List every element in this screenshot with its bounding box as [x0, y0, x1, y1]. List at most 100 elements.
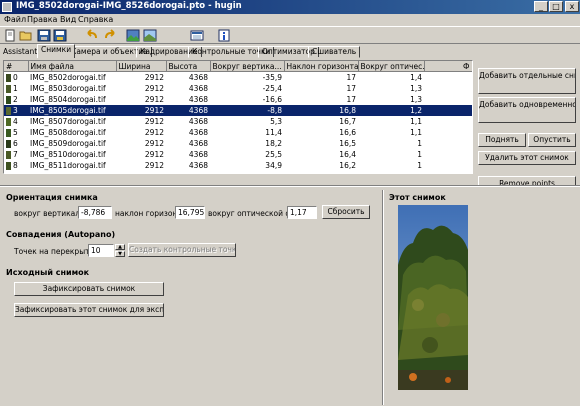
- row-pitch: 17: [346, 84, 356, 93]
- save-icon[interactable]: [37, 29, 51, 42]
- image-preview: [398, 205, 468, 390]
- new-file-icon[interactable]: [3, 29, 17, 42]
- menu-help[interactable]: Справка: [78, 15, 113, 24]
- row-pitch: 17: [346, 73, 356, 82]
- row-index: 7: [4, 149, 28, 160]
- open-folder-icon[interactable]: [19, 29, 33, 42]
- table-row[interactable]: 3 IMG_8505dorogai.tif 2912 4368 -8,8 16,8 1,2: [4, 105, 472, 116]
- add-time-correlated-images-button[interactable]: Добавить одновременно сделанные снимки..…: [478, 97, 576, 123]
- row-pitch: 16,8: [284, 105, 358, 116]
- row-height: 4368: [188, 139, 208, 148]
- undo-icon[interactable]: [85, 29, 99, 42]
- vertical-divider: [382, 190, 384, 405]
- row-width: 2912: [144, 139, 164, 148]
- reset-button[interactable]: Сбросить: [322, 205, 370, 219]
- thumbnail-icon: [6, 74, 11, 82]
- menu-edit[interactable]: Правка: [27, 15, 57, 24]
- row-extra: [424, 105, 472, 116]
- column-header-index[interactable]: #: [4, 61, 29, 72]
- table-row[interactable]: 0 IMG_8502dorogai.tif 2912 4368 -35,9 17 1,4: [4, 72, 472, 84]
- row-height: 4368: [188, 73, 208, 82]
- row-roll: 1,3: [410, 95, 422, 104]
- row-extra: [424, 149, 472, 160]
- row-roll: 1: [417, 139, 422, 148]
- row-filename: IMG_8509dorogai.tif: [30, 139, 106, 148]
- row-pitch: 16,5: [339, 139, 356, 148]
- row-index-text: 5: [13, 128, 18, 137]
- redo-icon[interactable]: [103, 29, 117, 42]
- points-per-overlap-input[interactable]: 10: [88, 244, 114, 257]
- row-pitch: 16,7: [339, 117, 356, 126]
- remove-image-button[interactable]: Удалить этот снимок: [478, 151, 576, 165]
- move-image-up-button[interactable]: Поднять: [478, 133, 526, 147]
- fast-preview-icon[interactable]: [190, 29, 204, 42]
- row-index-text: 6: [13, 139, 18, 148]
- table-row[interactable]: 5 IMG_8508dorogai.tif 2912 4368 11,4 16,6 1,1: [4, 127, 472, 138]
- panel-separator: [0, 185, 580, 187]
- table-row[interactable]: 2 IMG_8504dorogai.tif 2912 4368 -16,6 17 1,3: [4, 94, 472, 105]
- yaw-label: вокруг вертикали:: [14, 209, 88, 218]
- row-index: 2: [4, 94, 28, 105]
- tab-images[interactable]: Снимки: [37, 44, 76, 58]
- row-yaw: 5,3: [270, 117, 282, 126]
- info-icon[interactable]: [217, 29, 231, 42]
- move-image-down-button[interactable]: Опустить: [528, 133, 576, 147]
- row-width: 2912: [144, 161, 164, 170]
- table-row[interactable]: 4 IMG_8507dorogai.tif 2912 4368 5,3 16,7 1,1: [4, 116, 472, 127]
- roll-input[interactable]: 1,17: [287, 206, 317, 219]
- create-control-points-button[interactable]: Создать контрольные точки: [128, 243, 236, 257]
- spin-up-arrow-icon[interactable]: ▲: [115, 244, 125, 250]
- anchor-heading: Исходный снимок: [6, 268, 90, 277]
- table-row[interactable]: 6 IMG_8509dorogai.tif 2912 4368 18,2 16,5 1: [4, 138, 472, 149]
- menu-file[interactable]: Файл: [4, 15, 26, 24]
- anchor-exposure-button[interactable]: Зафиксировать этот снимок для экспозиции: [14, 303, 164, 317]
- add-individual-images-button[interactable]: Добавить отдельные снимки...: [478, 68, 576, 94]
- maximize-button[interactable]: □: [549, 1, 563, 12]
- thumbnail-icon: [6, 151, 11, 159]
- anchor-position-button[interactable]: Зафиксировать снимок: [14, 282, 164, 296]
- table-row[interactable]: 1 IMG_8503dorogai.tif 2912 4368 -25,4 17 1,3: [4, 83, 472, 94]
- row-height: 4368: [188, 161, 208, 170]
- row-filename: IMG_8508dorogai.tif: [30, 128, 106, 137]
- row-filename: IMG_8502dorogai.tif: [30, 73, 106, 82]
- points-spin-control[interactable]: ▲ ▼: [115, 244, 125, 257]
- yaw-input[interactable]: -8,786: [78, 206, 112, 219]
- row-index-text: 4: [13, 117, 18, 126]
- preview-icon[interactable]: [143, 29, 157, 42]
- tab-stitcher[interactable]: Сшиватель: [308, 46, 361, 58]
- row-index: 3: [4, 105, 28, 116]
- row-pitch: 17: [346, 95, 356, 104]
- add-images-icon[interactable]: [126, 29, 140, 42]
- row-extra: [424, 83, 472, 94]
- row-height: 4368: [188, 117, 208, 126]
- column-header-height[interactable]: Высота: [166, 61, 211, 72]
- spin-down-arrow-icon[interactable]: ▼: [115, 251, 125, 257]
- row-height: 4368: [166, 105, 210, 116]
- save-as-icon[interactable]: [53, 29, 67, 42]
- column-header-yaw[interactable]: Вокруг вертика...: [210, 61, 285, 72]
- row-extra: [424, 94, 472, 105]
- column-header-width[interactable]: Ширина: [116, 61, 167, 72]
- row-width: 2912: [144, 150, 164, 159]
- table-row[interactable]: 7 IMG_8510dorogai.tif 2912 4368 25,5 16,4 1: [4, 149, 472, 160]
- menu-bar: Файл Правка Вид Справка: [0, 14, 580, 26]
- row-extra: [424, 127, 472, 138]
- tab-bar: Assistant Снимки Камера и объектив Кадри…: [0, 44, 580, 58]
- row-roll: 1,2: [358, 105, 424, 116]
- row-index-text: 2: [13, 95, 18, 104]
- column-header-more[interactable]: Ф: [424, 61, 472, 72]
- row-filename: IMG_8507dorogai.tif: [30, 117, 106, 126]
- column-header-roll[interactable]: Вокруг оптичес...: [358, 61, 425, 72]
- menu-view[interactable]: Вид: [60, 15, 76, 24]
- close-button[interactable]: x: [565, 1, 579, 12]
- column-header-filename[interactable]: Имя файла: [28, 61, 117, 72]
- title-bar: IMG_8502dorogai-IMG_8526dorogai.pto - hu…: [0, 0, 580, 14]
- minimize-button[interactable]: _: [534, 1, 548, 12]
- table-row[interactable]: 8 IMG_8511dorogai.tif 2912 4368 34,9 16,2 1: [4, 160, 472, 171]
- row-index-text: 8: [13, 161, 18, 170]
- images-table[interactable]: # Имя файла Ширина Высота Вокруг вертика…: [3, 60, 473, 174]
- column-header-pitch[interactable]: Наклон горизонта (р): [284, 61, 359, 72]
- row-index-text: 1: [13, 84, 18, 93]
- pitch-input[interactable]: 16,795: [175, 206, 205, 219]
- thumbnail-icon: [6, 96, 11, 104]
